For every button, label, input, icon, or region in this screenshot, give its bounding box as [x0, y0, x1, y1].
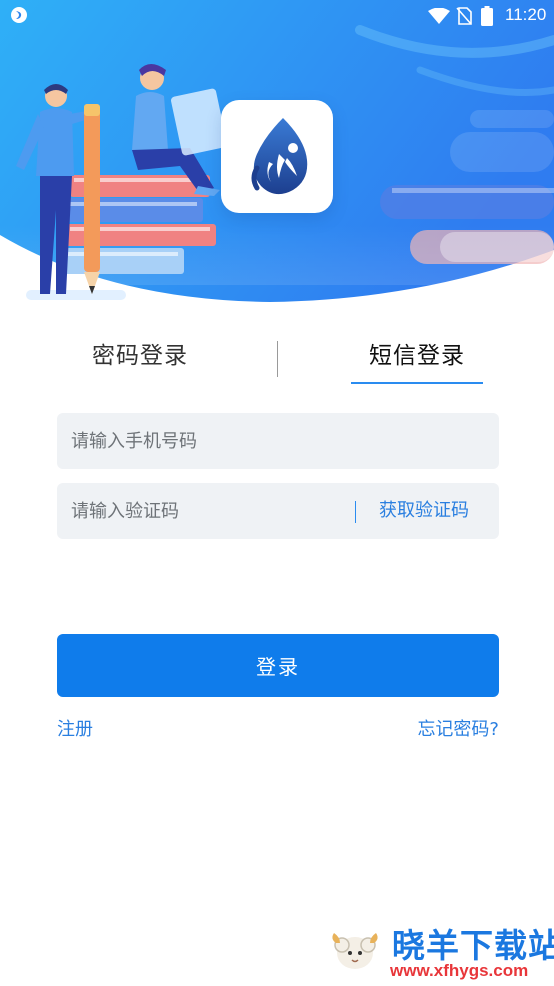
- app-logo: [221, 100, 333, 213]
- watermark: 晓羊下载站 www.xfhygs.com: [322, 915, 554, 986]
- sheep-logo-icon: [332, 933, 378, 969]
- register-link[interactable]: 注册: [57, 715, 93, 741]
- verification-code-input[interactable]: [71, 483, 341, 539]
- get-code-button[interactable]: 获取验证码: [379, 483, 469, 539]
- watermark-title: 晓羊下载站: [392, 926, 554, 965]
- login-button[interactable]: 登录: [57, 634, 499, 697]
- app-notification-icon: [11, 7, 27, 23]
- tab-sms-login[interactable]: 短信登录: [351, 338, 483, 384]
- wifi-icon: [428, 8, 450, 24]
- status-time: 11:20: [505, 5, 547, 24]
- header-banner: 11:20: [0, 0, 554, 320]
- verification-code-field: 获取验证码: [57, 483, 499, 539]
- status-bar: 11:20: [0, 0, 554, 30]
- battery-icon: [481, 6, 493, 26]
- app-logo-drop-icon: [251, 118, 308, 195]
- forgot-password-link[interactable]: 忘记密码?: [417, 715, 499, 741]
- code-divider: [355, 501, 356, 523]
- no-sim-icon: [456, 7, 472, 25]
- phone-input[interactable]: [71, 413, 481, 469]
- watermark-url: www.xfhygs.com: [390, 961, 529, 980]
- phone-field: [57, 413, 499, 469]
- tab-divider: [277, 341, 278, 377]
- tab-password-login[interactable]: 密码登录: [78, 338, 202, 382]
